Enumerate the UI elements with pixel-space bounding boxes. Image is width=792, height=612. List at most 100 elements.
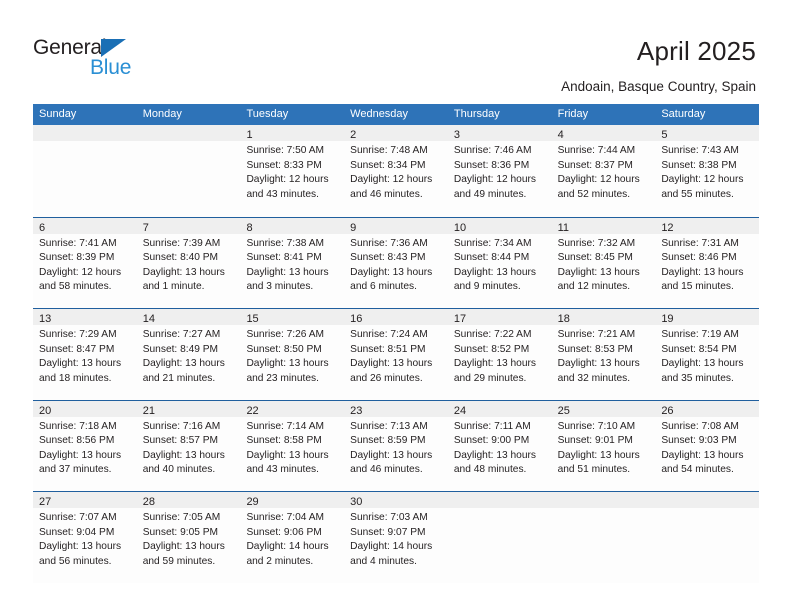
day-info-line: Daylight: 13 hours bbox=[350, 358, 433, 370]
calendar-day-cell-15[interactable]: 15 Sunrise: 7:26 AM Sunset: 8:50 PM Dayligh… bbox=[240, 309, 345, 400]
day-info-line: Sunrise: 7:21 AM bbox=[557, 329, 636, 340]
day-info-line: Daylight: 13 hours bbox=[661, 266, 744, 278]
calendar-day-cell-19[interactable]: 19 Sunrise: 7:19 AM Sunset: 8:54 PM Dayligh… bbox=[655, 309, 760, 400]
day-info-line: and 59 minutes. bbox=[142, 555, 216, 567]
day-info-line: Sunset: 8:53 PM bbox=[557, 343, 633, 355]
day-info-line: Sunrise: 7:13 AM bbox=[350, 420, 428, 432]
weekday-header-saturday: Saturday bbox=[661, 108, 706, 120]
day-info-line: and 15 minutes. bbox=[661, 281, 734, 293]
calendar-day-cell-24[interactable]: 24 Sunrise: 7:11 AM Sunset: 9:00 PM Dayligh… bbox=[447, 400, 552, 491]
calendar-day-cell-9[interactable]: 9 Sunrise: 7:36 AM Sunset: 8:43 PM Daylight… bbox=[344, 217, 448, 308]
day-number-band: 21 bbox=[136, 400, 241, 417]
calendar-day-cell-8[interactable]: 8 Sunrise: 7:38 AM Sunset: 8:41 PM Daylight… bbox=[240, 217, 345, 308]
day-info-line: and 46 minutes. bbox=[350, 464, 423, 476]
calendar-page: General Blue April 2025 Andoain, Basque … bbox=[0, 0, 792, 612]
day-info-line: and 35 minutes. bbox=[661, 372, 734, 384]
day-details: Sunrise: 7:27 AM Sunset: 8:49 PM Daylight:… bbox=[137, 325, 241, 386]
calendar-day-cell-14[interactable]: 14 Sunrise: 7:27 AM Sunset: 8:49 PM Dayligh… bbox=[136, 309, 241, 400]
day-info-line: Sunrise: 7:38 AM bbox=[246, 237, 325, 249]
day-number: 20 bbox=[39, 404, 52, 417]
day-number-band: 10 bbox=[447, 217, 552, 234]
day-number: 1 bbox=[246, 129, 253, 141]
day-info-line: Sunset: 8:38 PM bbox=[661, 159, 737, 171]
day-info-line: Sunrise: 7:14 AM bbox=[246, 420, 325, 432]
calendar-day-cell-30[interactable]: 30 Sunrise: 7:03 AM Sunset: 9:07 PM Dayligh… bbox=[344, 492, 448, 583]
calendar-day-cell-23[interactable]: 23 Sunrise: 7:13 AM Sunset: 8:59 PM Dayligh… bbox=[344, 400, 448, 491]
day-number-band: 8 bbox=[240, 217, 345, 234]
day-details: Sunrise: 7:07 AM Sunset: 9:04 PM Daylight:… bbox=[33, 508, 137, 569]
day-number: 15 bbox=[246, 313, 259, 325]
day-info-line: and 2 minutes. bbox=[246, 555, 314, 567]
day-info-line: Daylight: 13 hours bbox=[557, 358, 640, 370]
day-info-line: Sunrise: 7:43 AM bbox=[661, 145, 739, 156]
day-info-line: Daylight: 12 hours bbox=[453, 174, 536, 186]
day-number-band: 11 bbox=[551, 217, 656, 234]
calendar-day-cell-4[interactable]: 4 Sunrise: 7:44 AM Sunset: 8:37 PM Daylight… bbox=[551, 125, 656, 217]
calendar-day-cell-5[interactable]: 5 Sunrise: 7:43 AM Sunset: 8:38 PM Daylight… bbox=[655, 125, 760, 217]
day-info-line: Sunset: 9:01 PM bbox=[557, 435, 633, 447]
day-number-band bbox=[655, 492, 760, 508]
calendar-day-cell-22[interactable]: 22 Sunrise: 7:14 AM Sunset: 8:58 PM Dayligh… bbox=[240, 400, 345, 491]
calendar-day-cell-7[interactable]: 7 Sunrise: 7:39 AM Sunset: 8:40 PM Daylight… bbox=[136, 217, 241, 308]
calendar-day-cell-20[interactable]: 20 Sunrise: 7:18 AM Sunset: 8:56 PM Dayligh… bbox=[33, 400, 137, 491]
day-info-line: Sunset: 8:54 PM bbox=[661, 343, 737, 355]
day-info-line: Sunrise: 7:04 AM bbox=[246, 512, 325, 523]
calendar-day-cell-2[interactable]: 2 Sunrise: 7:48 AM Sunset: 8:34 PM Daylight… bbox=[344, 125, 448, 217]
day-details: Sunrise: 7:32 AM Sunset: 8:45 PM Daylight:… bbox=[552, 234, 656, 295]
brand-logo[interactable]: General Blue bbox=[33, 36, 163, 84]
day-info-line: Daylight: 12 hours bbox=[661, 174, 744, 186]
day-details: Sunrise: 7:36 AM Sunset: 8:43 PM Daylight:… bbox=[344, 234, 448, 295]
calendar-day-cell-28[interactable]: 28 Sunrise: 7:05 AM Sunset: 9:05 PM Dayligh… bbox=[136, 492, 241, 583]
calendar-day-cell-12[interactable]: 12 Sunrise: 7:31 AM Sunset: 8:46 PM Dayligh… bbox=[655, 217, 760, 308]
page-header: General Blue April 2025 Andoain, Basque … bbox=[0, 0, 792, 100]
day-info-line: Daylight: 13 hours bbox=[453, 266, 536, 278]
day-info-line: Sunset: 9:03 PM bbox=[661, 435, 737, 447]
day-info-line: Sunset: 8:47 PM bbox=[39, 343, 115, 355]
calendar-day-cell-1[interactable]: 1 Sunrise: 7:50 AM Sunset: 8:33 PM Daylight… bbox=[240, 125, 345, 217]
calendar-day-cell-6[interactable]: 6 Sunrise: 7:41 AM Sunset: 8:39 PM Daylight… bbox=[33, 217, 137, 308]
day-info-line: Sunrise: 7:22 AM bbox=[453, 329, 532, 340]
day-number-band: 16 bbox=[344, 309, 448, 325]
calendar-week-row: 6 Sunrise: 7:41 AM Sunset: 8:39 PM Daylight… bbox=[33, 216, 760, 308]
day-details bbox=[655, 508, 759, 511]
day-info-line: Daylight: 13 hours bbox=[39, 541, 122, 553]
day-number-band: 22 bbox=[240, 400, 345, 417]
day-info-line: Sunset: 8:51 PM bbox=[350, 343, 426, 355]
day-details: Sunrise: 7:43 AM Sunset: 8:38 PM Daylight:… bbox=[655, 141, 759, 202]
day-details: Sunrise: 7:16 AM Sunset: 8:57 PM Daylight:… bbox=[137, 417, 241, 478]
day-number-band: 17 bbox=[447, 309, 552, 325]
day-info-line: Daylight: 13 hours bbox=[453, 358, 536, 370]
calendar-day-cell-3[interactable]: 3 Sunrise: 7:46 AM Sunset: 8:36 PM Daylight… bbox=[447, 125, 552, 217]
day-info-line: Sunrise: 7:44 AM bbox=[557, 145, 636, 156]
day-number: 3 bbox=[453, 129, 460, 141]
calendar-day-cell-25[interactable]: 25 Sunrise: 7:10 AM Sunset: 9:01 PM Dayligh… bbox=[551, 400, 656, 491]
day-info-line: Daylight: 12 hours bbox=[557, 174, 640, 186]
calendar-day-cell-13[interactable]: 13 Sunrise: 7:29 AM Sunset: 8:47 PM Dayligh… bbox=[33, 309, 137, 400]
calendar-day-cell-26[interactable]: 26 Sunrise: 7:08 AM Sunset: 9:03 PM Dayligh… bbox=[655, 400, 760, 491]
day-number-band: 14 bbox=[136, 309, 241, 325]
day-details: Sunrise: 7:14 AM Sunset: 8:58 PM Daylight:… bbox=[240, 417, 344, 478]
day-info-line: Sunset: 8:40 PM bbox=[142, 252, 219, 264]
day-info-line: Sunrise: 7:08 AM bbox=[661, 420, 739, 432]
calendar-day-cell-21[interactable]: 21 Sunrise: 7:16 AM Sunset: 8:57 PM Dayligh… bbox=[136, 400, 241, 491]
weekday-header-friday: Friday bbox=[557, 108, 589, 120]
day-details: Sunrise: 7:13 AM Sunset: 8:59 PM Daylight:… bbox=[344, 417, 448, 478]
day-info-line: Daylight: 12 hours bbox=[39, 266, 122, 278]
calendar-day-cell-27[interactable]: 27 Sunrise: 7:07 AM Sunset: 9:04 PM Dayligh… bbox=[33, 492, 137, 583]
day-info-line: Sunrise: 7:50 AM bbox=[246, 145, 325, 156]
calendar-day-cell-10[interactable]: 10 Sunrise: 7:34 AM Sunset: 8:44 PM Dayligh… bbox=[447, 217, 552, 308]
calendar-day-cell-empty bbox=[447, 492, 552, 583]
calendar-week-row: 27 Sunrise: 7:07 AM Sunset: 9:04 PM Dayligh… bbox=[33, 491, 760, 583]
calendar-day-cell-29[interactable]: 29 Sunrise: 7:04 AM Sunset: 9:06 PM Dayligh… bbox=[240, 492, 345, 583]
day-info-line: Daylight: 13 hours bbox=[246, 266, 329, 278]
day-info-line: Daylight: 14 hours bbox=[246, 541, 329, 553]
calendar-day-cell-18[interactable]: 18 Sunrise: 7:21 AM Sunset: 8:53 PM Dayligh… bbox=[551, 309, 656, 400]
day-number-band: 18 bbox=[551, 309, 656, 325]
day-info-line: Sunset: 8:36 PM bbox=[453, 159, 530, 171]
calendar-day-cell-11[interactable]: 11 Sunrise: 7:32 AM Sunset: 8:45 PM Dayligh… bbox=[551, 217, 656, 308]
day-number-band: 15 bbox=[240, 309, 345, 325]
weekday-header-tuesday: Tuesday bbox=[246, 108, 289, 120]
day-number: 4 bbox=[557, 129, 564, 141]
calendar-day-cell-16[interactable]: 16 Sunrise: 7:24 AM Sunset: 8:51 PM Dayligh… bbox=[344, 309, 448, 400]
calendar-day-cell-17[interactable]: 17 Sunrise: 7:22 AM Sunset: 8:52 PM Dayligh… bbox=[447, 309, 552, 400]
